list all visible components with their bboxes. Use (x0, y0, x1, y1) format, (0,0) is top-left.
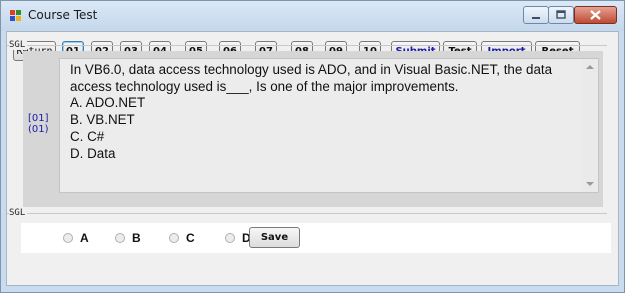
save-button[interactable]: Save (249, 227, 300, 248)
maximize-button[interactable] (548, 6, 574, 24)
answer-radio-d[interactable]: D (225, 231, 251, 245)
scroll-down-arrow-icon[interactable] (586, 182, 594, 186)
radio-button-icon[interactable] (225, 233, 235, 243)
radio-button-icon[interactable] (115, 233, 125, 243)
question-number-order: (01) (28, 124, 49, 135)
question-scrollbar[interactable] (582, 59, 598, 192)
answer-radio-label-a: A (80, 231, 89, 245)
question-option-d: D. Data (70, 145, 116, 161)
question-content: In VB6.0, data access technology used is… (70, 62, 575, 162)
minimize-button[interactable] (523, 6, 549, 24)
close-button[interactable] (574, 6, 617, 24)
close-icon (590, 10, 601, 20)
answer-area: A B C D Save (21, 223, 611, 253)
title-bar[interactable]: Course Test (1, 1, 624, 31)
radio-button-icon[interactable] (63, 233, 73, 243)
course-test-window: Course Test Return 01 02 03 04 05 06 07 … (0, 0, 625, 293)
scroll-up-arrow-icon[interactable] (586, 65, 594, 69)
answer-radio-b[interactable]: B (115, 231, 141, 245)
window-title: Course Test (28, 8, 98, 22)
answer-radio-label-b: B (132, 231, 141, 245)
question-option-b: B. VB.NET (70, 112, 135, 128)
question-number-index: [01] (28, 113, 49, 124)
answer-section-label: SGL (9, 208, 28, 218)
question-textbox[interactable]: In VB6.0, data access technology used is… (59, 58, 599, 193)
question-number: [01] (01) (28, 113, 49, 135)
question-option-c: C. C# (70, 128, 105, 144)
app-window-icon (10, 10, 21, 21)
maximize-icon (556, 10, 566, 19)
answer-radio-label-c: C (186, 231, 195, 245)
question-text: In VB6.0, data access technology used is… (70, 62, 553, 94)
question-option-a: A. ADO.NET (70, 95, 146, 111)
answer-radio-a[interactable]: A (63, 231, 89, 245)
radio-button-icon[interactable] (169, 233, 179, 243)
question-section-label: SGL (9, 40, 28, 50)
minimize-icon (532, 17, 540, 19)
answer-radio-c[interactable]: C (169, 231, 195, 245)
